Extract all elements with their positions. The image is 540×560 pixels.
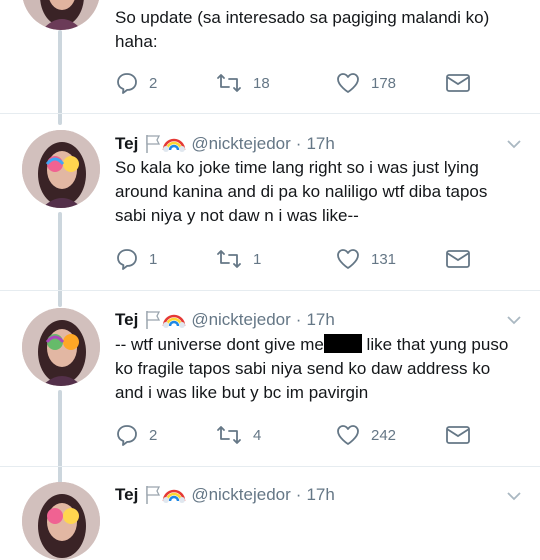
emoji-badges (144, 310, 186, 330)
reply-icon (117, 73, 137, 94)
display-name[interactable]: Tej (115, 485, 138, 505)
white-flag-icon (146, 135, 161, 153)
direct-message-button[interactable] (445, 70, 481, 96)
rainbow-icon (163, 138, 186, 152)
tweet-actions: 1 1 131 (115, 246, 495, 272)
avatar[interactable] (22, 0, 100, 30)
rainbow-icon (163, 489, 186, 503)
reply-icon (117, 425, 137, 446)
white-flag-icon (146, 311, 161, 329)
separator: · (295, 310, 302, 329)
thread-line (58, 30, 62, 125)
heart-icon (337, 249, 359, 269)
tweet-text: So update (sa interesado sa pagiging mal… (115, 8, 490, 51)
envelope-icon (446, 426, 470, 444)
tweet-actions: 2 18 178 (115, 70, 495, 96)
tweet-text: -- wtf universe dont give me like that y… (115, 333, 515, 405)
like-count: 178 (371, 74, 397, 92)
chevron-down-icon[interactable] (506, 136, 522, 152)
retweet-button[interactable]: 4 (215, 422, 261, 448)
tweet-header: Tej @nicktejedor · 17h (115, 308, 335, 332)
reply-count: 1 (149, 250, 158, 268)
avatar[interactable] (22, 482, 100, 560)
direct-message-button[interactable] (445, 246, 481, 272)
like-count: 242 (371, 426, 397, 444)
thread-line (58, 390, 62, 485)
retweet-count: 4 (253, 426, 262, 444)
separator: · (295, 134, 302, 153)
tweet-text-part: -- wtf universe dont give me (115, 335, 324, 354)
user-handle[interactable]: @nicktejedor (191, 485, 290, 505)
redaction-block (323, 334, 362, 353)
envelope-icon (446, 250, 470, 268)
chevron-down-icon[interactable] (506, 312, 522, 328)
emoji-badges (144, 134, 186, 154)
emoji-badges (144, 485, 186, 505)
reply-icon (117, 249, 137, 270)
envelope-icon (446, 74, 470, 92)
reply-count: 2 (149, 426, 158, 444)
retweet-icon (217, 250, 241, 268)
divider (0, 113, 540, 114)
separator: · (295, 485, 302, 504)
heart-icon (337, 425, 359, 445)
retweet-button[interactable]: 18 (215, 70, 270, 96)
retweet-button[interactable]: 1 (215, 246, 261, 272)
reply-button[interactable]: 1 (115, 246, 157, 272)
thread-line (58, 212, 62, 307)
retweet-icon (217, 426, 241, 444)
user-handle[interactable]: @nicktejedor (191, 310, 290, 330)
display-name[interactable]: Tej (115, 310, 138, 330)
retweet-icon (217, 74, 241, 92)
avatar[interactable] (22, 308, 100, 386)
like-button[interactable]: 178 (335, 70, 396, 96)
tweet-text: So kala ko joke time lang right so i was… (115, 158, 488, 225)
rainbow-icon (163, 314, 186, 328)
direct-message-button[interactable] (445, 422, 481, 448)
user-handle[interactable]: @nicktejedor (191, 134, 290, 154)
timestamp[interactable]: 17h (306, 134, 334, 154)
heart-icon (337, 73, 359, 93)
avatar[interactable] (22, 130, 100, 208)
display-name[interactable]: Tej (115, 134, 138, 154)
retweet-count: 1 (253, 250, 262, 268)
reply-count: 2 (149, 74, 158, 92)
divider (0, 466, 540, 467)
timestamp[interactable]: 17h (306, 485, 334, 505)
reply-button[interactable]: 2 (115, 422, 157, 448)
tweet-actions: 2 4 242 (115, 422, 495, 448)
timestamp[interactable]: 17h (306, 310, 334, 330)
retweet-count: 18 (253, 74, 270, 92)
white-flag-icon (146, 486, 161, 504)
divider (0, 290, 540, 291)
like-button[interactable]: 242 (335, 422, 396, 448)
reply-button[interactable]: 2 (115, 70, 157, 96)
chevron-down-icon[interactable] (506, 488, 522, 504)
like-button[interactable]: 131 (335, 246, 396, 272)
like-count: 131 (371, 250, 397, 268)
tweet-header: Tej @nicktejedor · 17h (115, 132, 335, 156)
tweet-header: Tej @nicktejedor · 17h (115, 483, 335, 507)
